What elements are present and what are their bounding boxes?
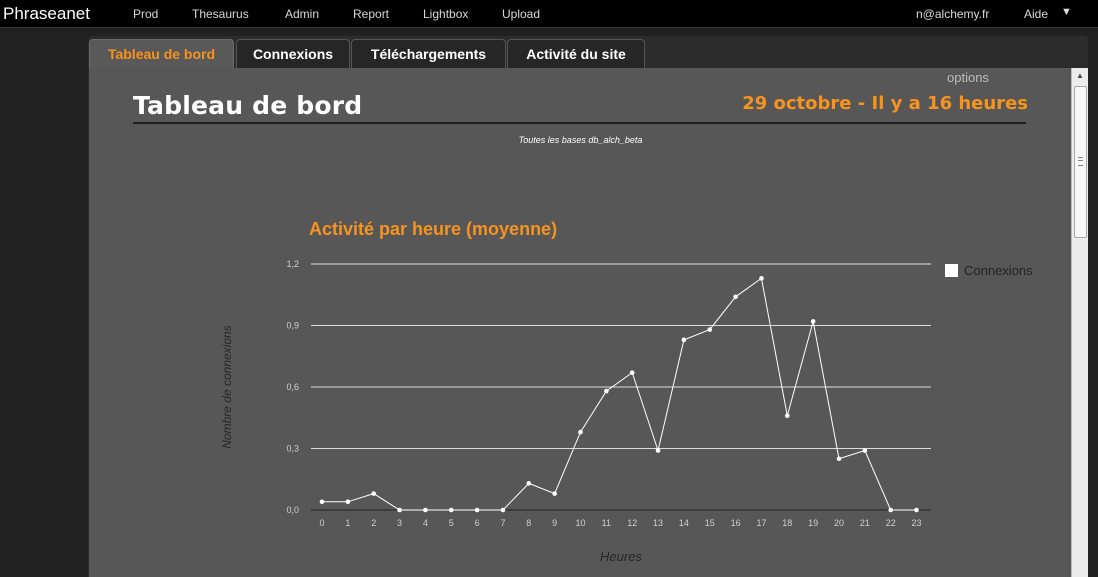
- x-tick-label: 3: [397, 518, 402, 528]
- x-tick-label: 10: [575, 518, 585, 528]
- data-point: [759, 276, 764, 281]
- data-point: [836, 456, 842, 462]
- data-point: [733, 294, 738, 300]
- data-point: [423, 507, 428, 513]
- y-tick-label: 1,2: [286, 259, 299, 269]
- x-tick-label: 5: [449, 518, 454, 528]
- tab-connections[interactable]: Connexions: [236, 39, 350, 68]
- vertical-scrollbar[interactable]: ▲: [1071, 68, 1088, 577]
- y-tick-label: 0,9: [286, 321, 299, 331]
- nav-admin[interactable]: Admin: [285, 7, 319, 21]
- grip-icon: [1078, 157, 1083, 166]
- scroll-up-arrow-icon[interactable]: ▲: [1072, 68, 1088, 84]
- help-menu[interactable]: Aide: [1024, 7, 1048, 21]
- x-tick-label: 9: [552, 518, 557, 528]
- report-panel: Tableau de bord Connexions Téléchargemen…: [88, 36, 1088, 577]
- data-point: [629, 370, 635, 375]
- scrollbar-thumb[interactable]: [1074, 86, 1087, 238]
- data-point: [578, 429, 583, 435]
- x-tick-label: 2: [371, 518, 376, 528]
- activity-line-chart: 0,00,30,60,91,20 1 2 3 4 5 6 7 8 9 10 11 12 13 14 15 16 1…: [220, 259, 931, 564]
- x-tick-label: 18: [782, 518, 792, 528]
- x-axis-title: Heures: [600, 549, 642, 564]
- x-tick-label: 22: [886, 518, 896, 528]
- data-point: [888, 507, 893, 513]
- data-point: [397, 507, 402, 513]
- tab-dashboard[interactable]: Tableau de bord: [89, 39, 234, 68]
- x-tick-label: 6: [475, 518, 480, 528]
- data-point: [319, 499, 325, 505]
- nav-upload[interactable]: Upload: [502, 7, 540, 21]
- data-point: [526, 481, 532, 486]
- chevron-down-icon[interactable]: ▼: [1061, 6, 1072, 18]
- y-axis-title: Nombre de connexions: [220, 325, 234, 448]
- series-line: [322, 277, 917, 511]
- data-point: [345, 499, 351, 505]
- x-tick-label: 0: [319, 518, 324, 528]
- nav-prod[interactable]: Prod: [133, 7, 158, 21]
- x-tick-label: 17: [756, 518, 766, 528]
- data-point: [785, 413, 790, 419]
- x-tick-label: 7: [500, 518, 505, 528]
- x-tick-label: 16: [731, 518, 741, 528]
- x-tick-label: 13: [653, 518, 663, 528]
- data-point: [371, 491, 377, 496]
- x-tick-label: 12: [627, 518, 637, 528]
- nav-thesaurus[interactable]: Thesaurus: [192, 7, 249, 21]
- x-tick-label: 1: [345, 518, 350, 528]
- data-point: [655, 448, 661, 453]
- data-point: [474, 507, 480, 513]
- data-point: [500, 507, 506, 513]
- data-point: [448, 507, 454, 513]
- top-navbar: Phraseanet Prod Thesaurus Admin Report L…: [0, 0, 1098, 28]
- y-tick-label: 0,3: [286, 444, 299, 454]
- dashboard-content: options Tableau de bord 29 octobre - Il …: [89, 68, 1072, 577]
- data-point: [862, 448, 868, 453]
- x-tick-label: 21: [860, 518, 870, 528]
- x-tick-label: 20: [834, 518, 844, 528]
- nav-report[interactable]: Report: [353, 7, 389, 21]
- x-tick-label: 23: [912, 518, 922, 528]
- x-tick-label: 8: [526, 518, 531, 528]
- y-tick-label: 0,0: [286, 505, 299, 515]
- brand-logo[interactable]: Phraseanet: [3, 4, 90, 24]
- tab-downloads[interactable]: Téléchargements: [351, 39, 506, 68]
- data-point: [552, 491, 557, 496]
- data-point: [914, 507, 919, 513]
- data-point: [707, 327, 713, 332]
- legend-label-connexions: Connexions: [964, 263, 1033, 278]
- x-tick-label: 19: [808, 518, 818, 528]
- x-tick-label: 4: [423, 518, 428, 528]
- data-point: [681, 337, 687, 343]
- tab-site-activity[interactable]: Activité du site: [507, 39, 645, 68]
- data-point: [810, 319, 816, 324]
- y-tick-label: 0,6: [286, 382, 299, 392]
- legend-swatch-connexions: [945, 264, 958, 277]
- data-point: [604, 388, 609, 394]
- user-account-link[interactable]: n@alchemy.fr: [916, 7, 989, 21]
- x-tick-label: 15: [705, 518, 715, 528]
- nav-lightbox[interactable]: Lightbox: [423, 7, 468, 21]
- x-tick-label: 14: [679, 518, 689, 528]
- x-tick-label: 11: [602, 518, 611, 528]
